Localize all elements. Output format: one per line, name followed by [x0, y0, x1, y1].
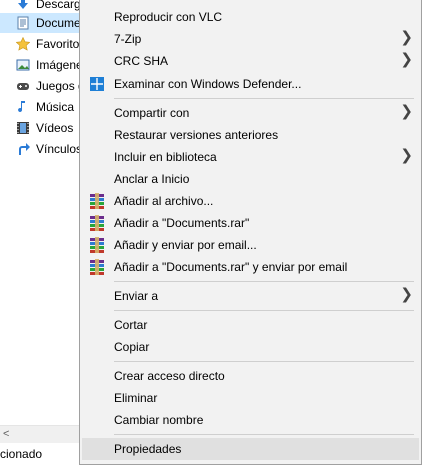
context-menu: Reproducir con VLC 7-Zip ❯ CRC SHA ❯ Exa… — [79, 0, 422, 465]
nav-item-music[interactable]: Música — [0, 97, 80, 117]
star-icon — [15, 36, 31, 51]
nav-item-games[interactable]: Juegos g — [0, 76, 80, 96]
menu-item-windows-defender[interactable]: Examinar con Windows Defender... — [80, 73, 421, 95]
menu-item-share-with[interactable]: Compartir con ❯ — [80, 102, 421, 124]
menu-item-label: Compartir con — [114, 106, 190, 120]
menu-item-label: Añadir a "Documents.rar" — [114, 216, 250, 230]
chevron-right-icon: ❯ — [400, 147, 413, 164]
menu-item-copy[interactable]: Copiar — [80, 336, 421, 358]
menu-item-label: Cortar — [114, 318, 148, 332]
menu-item-label: Propiedades — [114, 442, 182, 456]
menu-item-label: Añadir y enviar por email... — [114, 238, 257, 252]
download-arrow-icon — [16, 0, 30, 11]
menu-item-label: Anclar a Inicio — [114, 172, 190, 186]
menu-item-label: Copiar — [114, 340, 150, 354]
nav-item-label: Imágene — [36, 58, 80, 72]
menu-separator — [114, 281, 414, 282]
film-icon — [16, 121, 30, 135]
menu-separator — [114, 310, 414, 311]
menu-item-play-vlc[interactable]: Reproducir con VLC — [80, 6, 421, 28]
nav-item-label: Vínculos — [36, 142, 80, 156]
menu-item-label: Restaurar versiones anteriores — [114, 128, 279, 142]
nav-item-label: Juegos g — [36, 79, 80, 93]
menu-item-rename[interactable]: Cambiar nombre — [80, 409, 421, 431]
menu-item-label: CRC SHA — [114, 54, 169, 68]
menu-separator — [114, 361, 414, 362]
menu-item-label: Cambiar nombre — [114, 413, 204, 427]
menu-item-add-documents-rar-email[interactable]: Añadir a "Documents.rar" y enviar por em… — [80, 256, 421, 278]
games-icon — [16, 79, 30, 93]
menu-item-label: Incluir en biblioteca — [114, 150, 217, 164]
menu-item-create-shortcut[interactable]: Crear acceso directo — [80, 365, 421, 387]
winrar-icon — [89, 193, 105, 209]
menu-item-add-email[interactable]: Añadir y enviar por email... — [80, 234, 421, 256]
menu-item-label: 7-Zip — [114, 32, 142, 46]
documents-icon — [16, 16, 30, 30]
horizontal-scrollbar[interactable]: < — [0, 425, 80, 443]
windows-defender-icon — [89, 76, 105, 92]
status-bar: cionado — [0, 443, 80, 466]
chevron-right-icon: ❯ — [400, 51, 413, 68]
menu-item-cut[interactable]: Cortar — [80, 314, 421, 336]
chevron-right-icon: ❯ — [400, 103, 413, 120]
menu-item-label: Añadir al archivo... — [114, 194, 214, 208]
nav-item-favorites[interactable]: Favorito — [0, 34, 80, 54]
link-arrow-icon — [16, 142, 30, 156]
navigation-pane: Descarg Docume Favorito Imágene Juegos g… — [0, 0, 80, 425]
nav-item-documents[interactable]: Docume — [0, 13, 80, 33]
nav-item-label: Vídeos — [36, 121, 74, 135]
winrar-icon — [89, 237, 105, 253]
menu-item-label: Eliminar — [114, 391, 158, 405]
nav-item-label: Descarg — [36, 0, 80, 11]
chevron-right-icon: ❯ — [400, 286, 413, 303]
menu-item-delete[interactable]: Eliminar — [80, 387, 421, 409]
winrar-icon — [89, 259, 105, 275]
menu-item-crc-sha[interactable]: CRC SHA ❯ — [80, 50, 421, 72]
menu-item-restore-versions[interactable]: Restaurar versiones anteriores — [80, 124, 421, 146]
menu-item-send-to[interactable]: Enviar a ❯ — [80, 285, 421, 307]
nav-item-label: Docume — [36, 16, 80, 30]
menu-item-label: Crear acceso directo — [114, 369, 225, 383]
menu-item-include-library[interactable]: Incluir en biblioteca ❯ — [80, 146, 421, 168]
menu-item-7zip[interactable]: 7-Zip ❯ — [80, 28, 421, 50]
scroll-left-icon[interactable]: < — [3, 428, 9, 440]
menu-item-pin-start[interactable]: Anclar a Inicio — [80, 168, 421, 190]
nav-item-links[interactable]: Vínculos — [0, 139, 80, 159]
nav-item-videos[interactable]: Vídeos — [0, 118, 80, 138]
nav-item-label: Favorito — [36, 37, 80, 51]
menu-item-properties[interactable]: Propiedades — [82, 438, 419, 460]
menu-item-label: Enviar a — [114, 289, 159, 303]
menu-separator — [114, 98, 414, 99]
menu-item-label: Examinar con Windows Defender... — [114, 77, 302, 91]
nav-item-pictures[interactable]: Imágene — [0, 55, 80, 75]
chevron-right-icon: ❯ — [400, 29, 413, 46]
status-text: cionado — [0, 447, 43, 461]
menu-item-label: Reproducir con VLC — [114, 10, 223, 24]
pictures-icon — [16, 58, 30, 72]
music-note-icon — [16, 100, 30, 114]
nav-item-label: Música — [36, 100, 75, 114]
menu-item-add-archive[interactable]: Añadir al archivo... — [80, 190, 421, 212]
menu-separator — [114, 434, 414, 435]
menu-item-label: Añadir a "Documents.rar" y enviar por em… — [114, 260, 348, 274]
nav-item-downloads[interactable]: Descarg — [0, 0, 80, 14]
menu-item-add-documents-rar[interactable]: Añadir a "Documents.rar" — [80, 212, 421, 234]
winrar-icon — [89, 215, 105, 231]
